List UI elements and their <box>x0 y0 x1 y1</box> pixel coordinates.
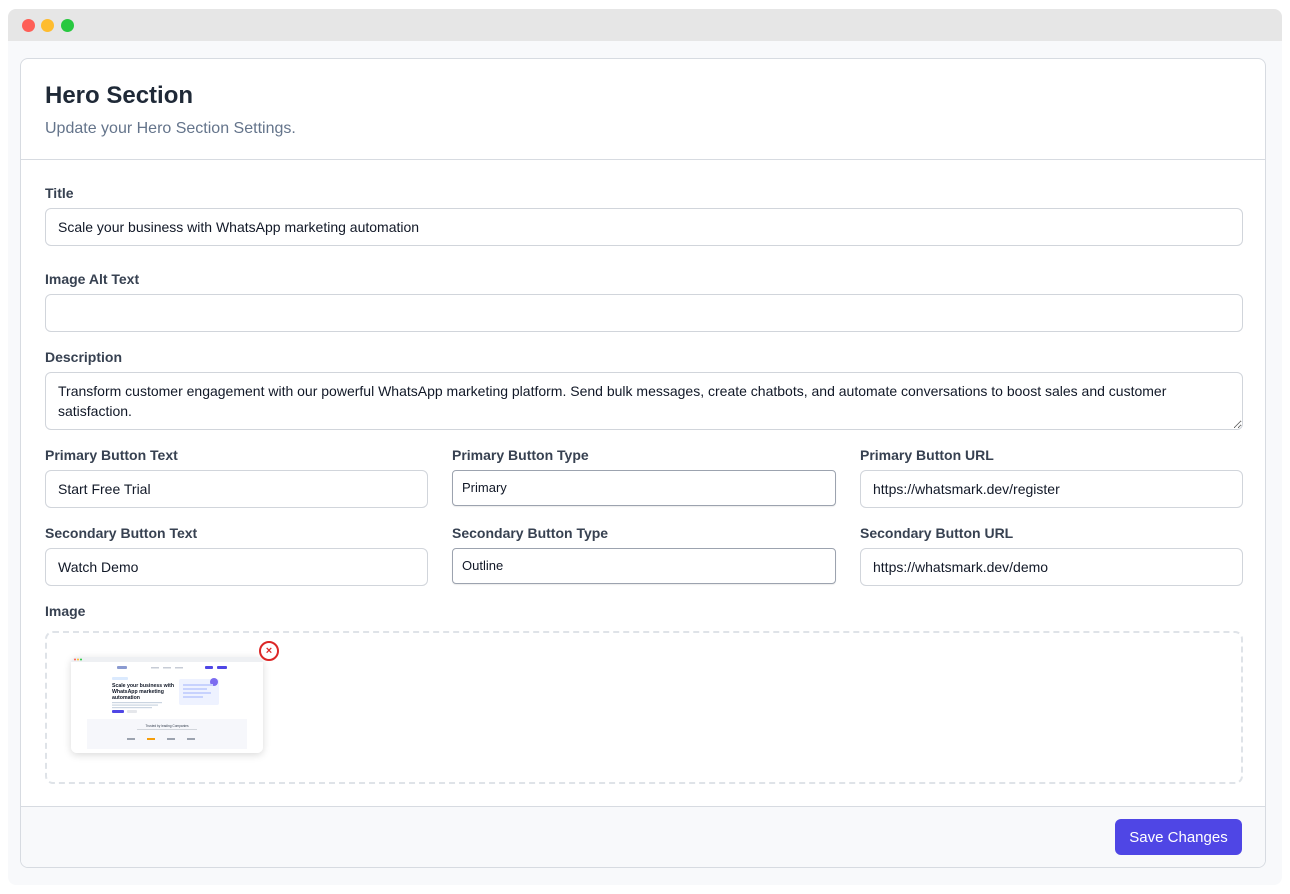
title-input[interactable] <box>45 208 1243 246</box>
remove-image-icon[interactable]: × <box>259 641 279 661</box>
description-textarea[interactable]: Transform customer engagement with our p… <box>45 372 1243 430</box>
secondary-button-type-select[interactable]: Outline <box>452 548 836 584</box>
secondary-button-type-label: Secondary Button Type <box>452 525 609 541</box>
secondary-button-text-label: Secondary Button Text <box>45 525 198 541</box>
page-subtitle: Update your Hero Section Settings. <box>45 120 296 137</box>
image-alt-input[interactable] <box>45 294 1243 332</box>
primary-button-text-label: Primary Button Text <box>45 447 178 463</box>
hero-preview-image: Scale your business with WhatsApp market… <box>71 657 263 753</box>
primary-button-type-label: Primary Button Type <box>452 447 589 463</box>
primary-button-text-input[interactable] <box>45 470 428 508</box>
page-title: Hero Section <box>45 82 194 109</box>
minimize-window-button[interactable] <box>41 19 54 32</box>
window-titlebar <box>8 9 1282 41</box>
save-changes-button[interactable]: Save Changes <box>1115 819 1242 855</box>
secondary-button-text-input[interactable] <box>45 548 428 586</box>
description-label: Description <box>45 349 123 365</box>
primary-button-type-select[interactable]: Primary <box>452 470 836 506</box>
close-window-button[interactable] <box>22 19 35 32</box>
card-header: Hero Section Update your Hero Section Se… <box>21 59 1265 160</box>
secondary-button-url-input[interactable] <box>860 548 1243 586</box>
image-dropzone[interactable]: Scale your business with WhatsApp market… <box>45 631 1243 784</box>
primary-button-url-label: Primary Button URL <box>860 447 994 463</box>
image-alt-label: Image Alt Text <box>45 271 140 287</box>
app-window: Hero Section Update your Hero Section Se… <box>8 9 1282 885</box>
primary-button-url-input[interactable] <box>860 470 1243 508</box>
image-label: Image <box>45 603 86 619</box>
image-thumbnail: Scale your business with WhatsApp market… <box>71 657 263 753</box>
hero-settings-card: Hero Section Update your Hero Section Se… <box>20 58 1266 868</box>
card-footer: Save Changes <box>21 806 1265 867</box>
maximize-window-button[interactable] <box>61 19 74 32</box>
preview-headline-line-3: automation <box>112 695 140 701</box>
secondary-button-url-label: Secondary Button URL <box>860 525 1014 541</box>
preview-trusted-text: Trusted by leading Companies <box>145 724 189 728</box>
title-label: Title <box>45 185 74 201</box>
